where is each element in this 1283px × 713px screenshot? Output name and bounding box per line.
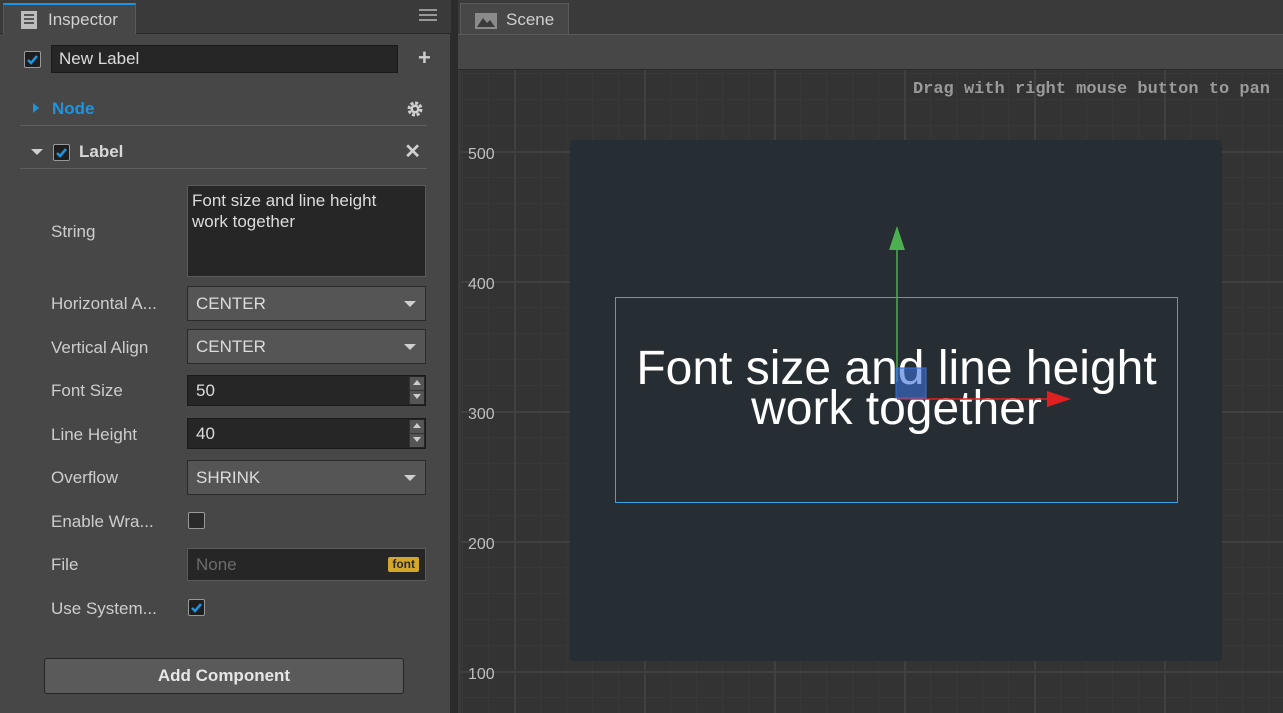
scene-panel: Scene Drag with right mouse button to pa… (458, 0, 1283, 713)
chevron-down-icon (404, 344, 416, 350)
scene-icon (475, 13, 497, 29)
vertical-align-label: Vertical Align (51, 338, 149, 357)
enable-wrap-label: Enable Wra... (51, 512, 154, 531)
horizontal-align-value: CENTER (196, 294, 266, 313)
string-label: String (51, 222, 96, 241)
label-enabled-checkbox[interactable] (53, 144, 70, 161)
font-file-field[interactable]: None font (187, 548, 426, 581)
horizontal-align-select[interactable]: CENTER (187, 286, 426, 321)
scene-toolbar (458, 34, 1283, 70)
x-axis-arrow-icon (1047, 391, 1071, 407)
inspector-icon (21, 11, 37, 29)
line-height-stepper[interactable] (409, 420, 424, 447)
close-icon[interactable]: ✕ (404, 139, 421, 164)
expand-arrow-icon (33, 103, 39, 113)
node-section-header[interactable]: Node (20, 92, 427, 126)
overflow-label: Overflow (51, 468, 119, 487)
collapse-arrow-icon (31, 149, 43, 155)
use-system-font-checkbox[interactable] (188, 599, 205, 616)
use-system-font-label: Use System... (51, 599, 157, 618)
horizontal-align-label: Horizontal A... (51, 294, 157, 313)
vertical-align-value: CENTER (196, 337, 266, 356)
node-name-input[interactable]: New Label (51, 45, 398, 73)
tab-inspector-label: Inspector (48, 10, 118, 29)
font-type-badge: font (388, 557, 419, 572)
tab-inspector[interactable]: Inspector (3, 3, 136, 34)
tab-scene[interactable]: Scene (460, 3, 569, 34)
plus-icon[interactable]: + (418, 47, 431, 69)
overflow-select[interactable]: SHRINK (187, 460, 426, 495)
vertical-align-select[interactable]: CENTER (187, 329, 426, 364)
font-size-input[interactable]: 50 (187, 375, 426, 406)
node-active-checkbox[interactable] (24, 51, 41, 68)
y-axis-arrow-icon (889, 226, 905, 250)
move-gizmo[interactable] (461, 70, 1283, 713)
string-textarea[interactable]: Font size and line height work together (187, 185, 426, 277)
scene-viewport[interactable]: Drag with right mouse button to pan 500 … (461, 70, 1283, 713)
label-section-title: Label (79, 142, 124, 161)
file-label: File (51, 555, 79, 574)
chevron-down-icon (404, 475, 416, 481)
chevron-down-icon (404, 301, 416, 307)
inspector-tabbar: Inspector (0, 0, 451, 34)
line-height-value: 40 (196, 424, 215, 443)
move-handle-square (895, 367, 927, 399)
tab-scene-label: Scene (506, 10, 555, 29)
line-height-label: Line Height (51, 425, 138, 444)
add-component-button[interactable]: Add Component (44, 658, 404, 694)
font-file-placeholder: None (196, 555, 237, 574)
font-size-value: 50 (196, 381, 215, 400)
font-size-label: Font Size (51, 381, 123, 400)
hamburger-menu-icon[interactable] (419, 9, 437, 23)
label-section-header[interactable]: Label ✕ (20, 135, 427, 169)
node-section-title: Node (52, 99, 95, 118)
enable-wrap-checkbox[interactable] (188, 512, 205, 529)
inspector-panel: Inspector New Label + Node Label ✕ Strin… (0, 0, 451, 713)
line-height-input[interactable]: 40 (187, 418, 426, 449)
overflow-value: SHRINK (196, 468, 261, 487)
string-value: Font size and line height work together (192, 191, 377, 231)
font-size-stepper[interactable] (409, 377, 424, 404)
gear-icon[interactable] (406, 100, 424, 118)
